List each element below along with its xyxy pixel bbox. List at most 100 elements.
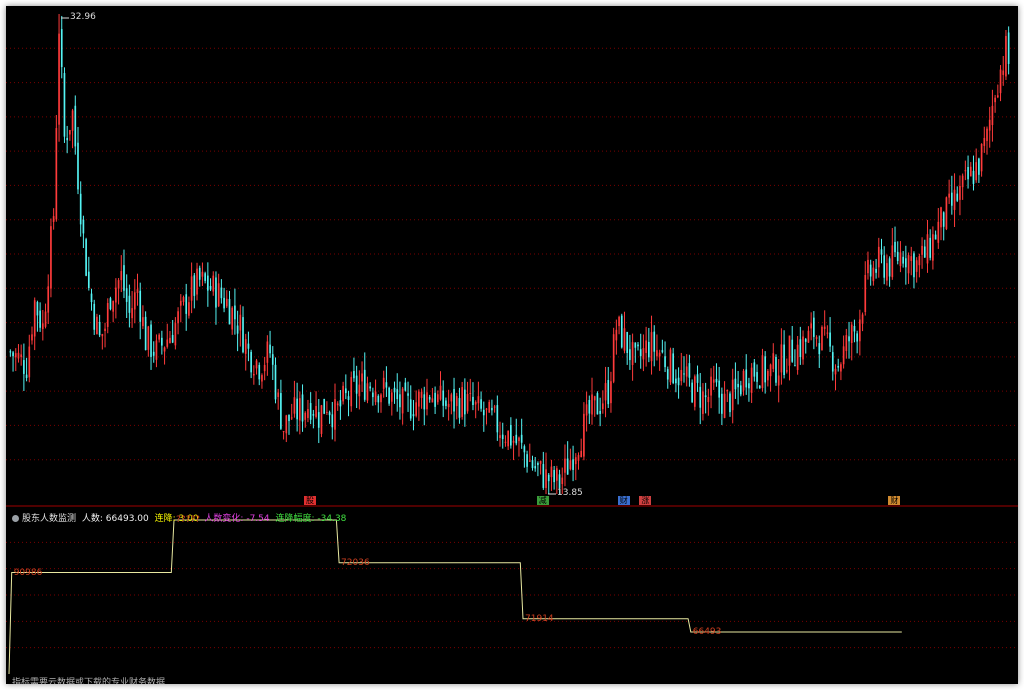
candle-body xyxy=(683,373,685,375)
candle-body xyxy=(558,474,561,489)
candle-body xyxy=(1007,32,1010,64)
candle-body xyxy=(31,334,33,341)
candle-body xyxy=(41,323,44,330)
candle-body xyxy=(510,424,512,446)
candle-body xyxy=(831,352,834,372)
candle-body xyxy=(539,461,542,464)
candle-body xyxy=(288,414,290,422)
candle-body xyxy=(718,380,721,398)
candle-body xyxy=(261,375,263,382)
candle-body xyxy=(223,297,225,309)
indicator-name[interactable]: 股东人数监测 xyxy=(22,514,76,524)
candle-body xyxy=(802,336,804,360)
candle-body xyxy=(620,315,623,348)
candle-body xyxy=(821,326,823,351)
candle-body xyxy=(320,405,323,434)
candle-body xyxy=(244,339,247,354)
candle-body xyxy=(477,396,480,404)
candle-body xyxy=(528,460,531,462)
candle-body xyxy=(680,369,683,382)
indicator-field-count: 人数: 66493.00 xyxy=(81,514,149,524)
candle-body xyxy=(699,386,702,408)
candle-body xyxy=(880,249,883,255)
candle-body xyxy=(380,394,382,403)
candle-body xyxy=(131,308,133,319)
candle-body xyxy=(564,458,566,473)
candle-body xyxy=(813,317,815,337)
candle-body xyxy=(867,259,869,274)
candle-body xyxy=(710,376,712,396)
indicator-field-change: 人数变化: -7.54 xyxy=(204,514,270,524)
candle-body xyxy=(128,295,131,313)
candle-body xyxy=(959,186,961,200)
chart-frame: 32.96 13.85 股 减 财 涨 财 股东人数监测 人数: 66493.0… xyxy=(6,6,1018,684)
candle-body xyxy=(859,319,861,342)
candle-body xyxy=(512,440,515,443)
candle-body xyxy=(372,392,374,398)
candle-body xyxy=(707,397,710,403)
candle-body xyxy=(182,297,185,302)
candle-body xyxy=(739,385,742,395)
candle-body xyxy=(913,253,915,278)
candle-body xyxy=(255,360,258,369)
event-tag-rise[interactable]: 涨 xyxy=(639,496,652,505)
candle-body xyxy=(926,234,929,264)
candle-body xyxy=(155,340,158,360)
candle-body xyxy=(731,379,734,411)
candle-body xyxy=(577,455,580,461)
candle-body xyxy=(1005,35,1007,77)
candle-body xyxy=(969,166,972,177)
candle-body xyxy=(842,346,845,365)
candle-body xyxy=(353,370,355,379)
candle-body xyxy=(542,464,545,488)
candle-body xyxy=(374,391,377,403)
candle-body xyxy=(412,414,415,417)
candle-body xyxy=(742,370,745,391)
candle-body xyxy=(915,260,918,272)
candle-body xyxy=(396,389,399,400)
candle-body xyxy=(691,382,693,403)
candle-body xyxy=(307,409,309,418)
candle-body xyxy=(750,367,753,393)
candle-body xyxy=(894,241,896,253)
candle-body xyxy=(942,212,945,227)
candle-body xyxy=(574,457,577,465)
event-tag-finance[interactable]: 财 xyxy=(617,496,630,505)
candle-body xyxy=(593,396,596,401)
candle-body xyxy=(932,234,934,261)
candle-body xyxy=(837,365,840,368)
candle-body xyxy=(715,378,718,383)
candle-body xyxy=(25,374,28,378)
candle-body xyxy=(106,303,109,327)
candle-body xyxy=(788,335,791,366)
candle-body xyxy=(112,300,114,312)
candle-body xyxy=(658,352,661,357)
event-tag-finance-2[interactable]: 财 xyxy=(888,496,901,505)
event-tag-reduce[interactable]: 减 xyxy=(536,496,549,505)
candle-body xyxy=(891,245,894,278)
candle-body xyxy=(626,331,629,353)
candle-body xyxy=(872,267,875,282)
candle-body xyxy=(17,352,20,359)
candle-body xyxy=(734,378,737,390)
candle-body xyxy=(298,398,301,421)
candle-body xyxy=(280,393,282,429)
candle-body xyxy=(729,393,731,413)
candle-body xyxy=(583,413,585,457)
candle-body xyxy=(399,394,401,408)
candle-body xyxy=(334,399,336,430)
candle-body xyxy=(93,303,96,330)
candle-body xyxy=(225,298,228,307)
chart-canvas[interactable] xyxy=(6,6,1018,684)
candle-body xyxy=(499,435,501,439)
candle-body xyxy=(361,373,363,382)
gear-icon[interactable] xyxy=(12,515,19,522)
candle-body xyxy=(179,300,182,306)
candle-body xyxy=(845,335,848,351)
event-tag-shareholder[interactable]: 股 xyxy=(303,496,316,505)
candle-body xyxy=(794,365,796,367)
candle-body xyxy=(758,385,761,389)
candle-body xyxy=(834,368,837,375)
candle-body xyxy=(133,292,136,310)
candle-body xyxy=(815,337,818,339)
